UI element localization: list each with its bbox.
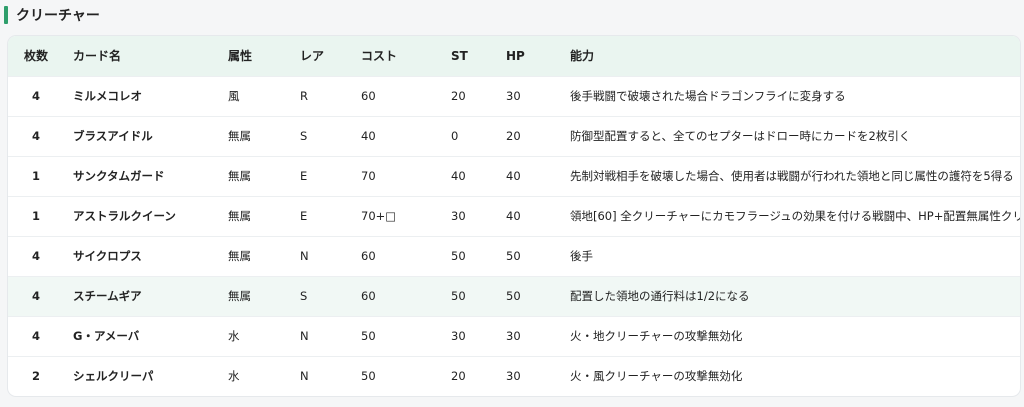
table-row[interactable]: 1 サンクタムガード 無属 E 70 40 40 先制対戦相手を破壊した場合、使用者は戦闘が行… <box>8 156 1020 196</box>
table-header-row: 枚数 カード名 属性 レア コスト ST HP 能力 <box>8 36 1020 76</box>
header-ability[interactable]: 能力 <box>554 36 1020 76</box>
cell-rarity: N <box>300 249 309 263</box>
cell-st: 0 <box>451 129 459 143</box>
cell-rarity: E <box>300 169 308 183</box>
cell-rarity: N <box>300 369 309 384</box>
cell-hp: 30 <box>506 369 521 384</box>
cell-name: サンクタムガード <box>73 169 165 183</box>
cell-cost: 50 <box>361 329 376 343</box>
header-hp[interactable]: HP <box>494 36 554 76</box>
cell-hp: 20 <box>506 129 521 143</box>
cell-cost: 70+□ <box>361 209 397 223</box>
cell-attribute: 水 <box>228 329 240 343</box>
table-row[interactable]: 4 サイクロプス 無属 N 60 50 50 後手 <box>8 236 1020 276</box>
cell-ability: 火・風クリーチャーの攻撃無効化 <box>570 369 743 384</box>
table-row[interactable]: 4 ブラスアイドル 無属 S 40 0 20 防御型配置すると、全てのセプターはドロー時にカー… <box>8 116 1020 156</box>
cell-cost: 50 <box>361 369 376 384</box>
header-count[interactable]: 枚数 <box>8 36 64 76</box>
header-st[interactable]: ST <box>439 36 494 76</box>
cell-name: サイクロプス <box>73 249 142 263</box>
header-rarity[interactable]: レア <box>288 36 349 76</box>
cell-cost: 60 <box>361 249 376 263</box>
cell-ability: 火・地クリーチャーの攻撃無効化 <box>570 329 743 343</box>
cell-attribute: 風 <box>228 89 240 103</box>
section-accent-bar <box>4 6 8 24</box>
cell-cost: 60 <box>361 289 376 303</box>
creature-table-card: 枚数 カード名 属性 レア コスト ST HP 能力 4 ミルメコレオ風 R 60 20… <box>8 36 1020 396</box>
table-row[interactable]: 4 ミルメコレオ 風 R 60 20 30 後手戦闘で破壊された場合ドラゴンフライに変身する <box>8 76 1020 116</box>
cell-rarity: N <box>300 329 309 343</box>
cell-hp: 30 <box>506 329 521 343</box>
cell-name: ミルメコレオ <box>73 89 142 103</box>
cell-hp: 30 <box>506 89 521 103</box>
cell-count: 4 <box>31 129 40 143</box>
cell-attribute: 無属 <box>228 289 251 303</box>
cell-attribute: 無属 <box>228 129 251 143</box>
cell-rarity: S <box>300 129 308 143</box>
header-attribute[interactable]: 属性 <box>214 36 288 76</box>
cell-cost: 40 <box>361 129 376 143</box>
cell-count: 1 <box>31 169 40 183</box>
header-name[interactable]: カード名 <box>64 36 214 76</box>
cell-rarity: R <box>300 89 308 103</box>
cell-st: 30 <box>451 209 466 223</box>
cell-name: G・アメーバ <box>73 329 140 343</box>
cell-ability: 後手戦闘で破壊された場合ドラゴンフライに変身する <box>570 89 846 103</box>
table-row[interactable]: 2 シェルクリーパ 水 N 50 20 30 火・風クリーチャーの攻撃無効化 <box>8 356 1020 396</box>
cell-cost: 60 <box>361 89 376 103</box>
cell-count: 2 <box>31 369 40 384</box>
cell-rarity: E <box>300 209 308 223</box>
cell-count: 1 <box>31 209 40 223</box>
cell-count: 4 <box>31 249 40 263</box>
cell-st: 50 <box>451 289 466 303</box>
cell-name: アストラルクイーン <box>73 209 176 223</box>
cell-st: 40 <box>451 169 466 183</box>
cell-rarity: S <box>300 289 308 303</box>
table-row[interactable]: 4 スチームギア 無属 S 60 50 50 配置した領地の通行料は1/2になる <box>8 276 1020 316</box>
section-header: クリーチャー <box>4 6 100 24</box>
cell-count: 4 <box>31 289 40 303</box>
table-row[interactable]: 1 アストラルクイーン 無属 E 70+□ 30 40 領地[60] 全クリーチャーにカモフラ… <box>8 196 1020 236</box>
cell-st: 50 <box>451 249 466 263</box>
creature-table: 枚数 カード名 属性 レア コスト ST HP 能力 4 ミルメコレオ風 R 60 20… <box>8 36 1020 396</box>
cell-st: 20 <box>451 369 466 384</box>
cell-attribute: 水 <box>228 369 240 384</box>
cell-name: シェルクリーパ <box>73 369 154 384</box>
cell-attribute: 無属 <box>228 249 251 263</box>
cell-name: スチームギア <box>73 289 142 303</box>
cell-ability: 防御型配置すると、全てのセプターはドロー時にカードを2枚引く <box>570 129 911 143</box>
cell-ability: 領地[60] 全クリーチャーにカモフラージュの効果を付ける戦闘中、HP+配置無属… <box>570 209 1020 223</box>
header-cost[interactable]: コスト <box>349 36 439 76</box>
cell-ability: 配置した領地の通行料は1/2になる <box>570 289 750 303</box>
cell-st: 20 <box>451 89 466 103</box>
cell-count: 4 <box>31 329 40 343</box>
cell-ability: 後手 <box>570 249 593 263</box>
table-row[interactable]: 4 G・アメーバ 水 N 50 30 30 火・地クリーチャーの攻撃無効化 <box>8 316 1020 356</box>
section-title: クリーチャー <box>16 8 100 24</box>
cell-hp: 40 <box>506 209 521 223</box>
cell-hp: 50 <box>506 249 521 263</box>
cell-name: ブラスアイドル <box>73 129 153 143</box>
cell-cost: 70 <box>361 169 376 183</box>
cell-st: 30 <box>451 329 466 343</box>
cell-attribute: 無属 <box>228 209 251 223</box>
cell-hp: 40 <box>506 169 521 183</box>
cell-count: 4 <box>31 89 40 103</box>
cell-hp: 50 <box>506 289 521 303</box>
cell-ability: 先制対戦相手を破壊した場合、使用者は戦闘が行われた領地と同じ属性の護符を5得る <box>570 169 1014 183</box>
cell-attribute: 無属 <box>228 169 251 183</box>
